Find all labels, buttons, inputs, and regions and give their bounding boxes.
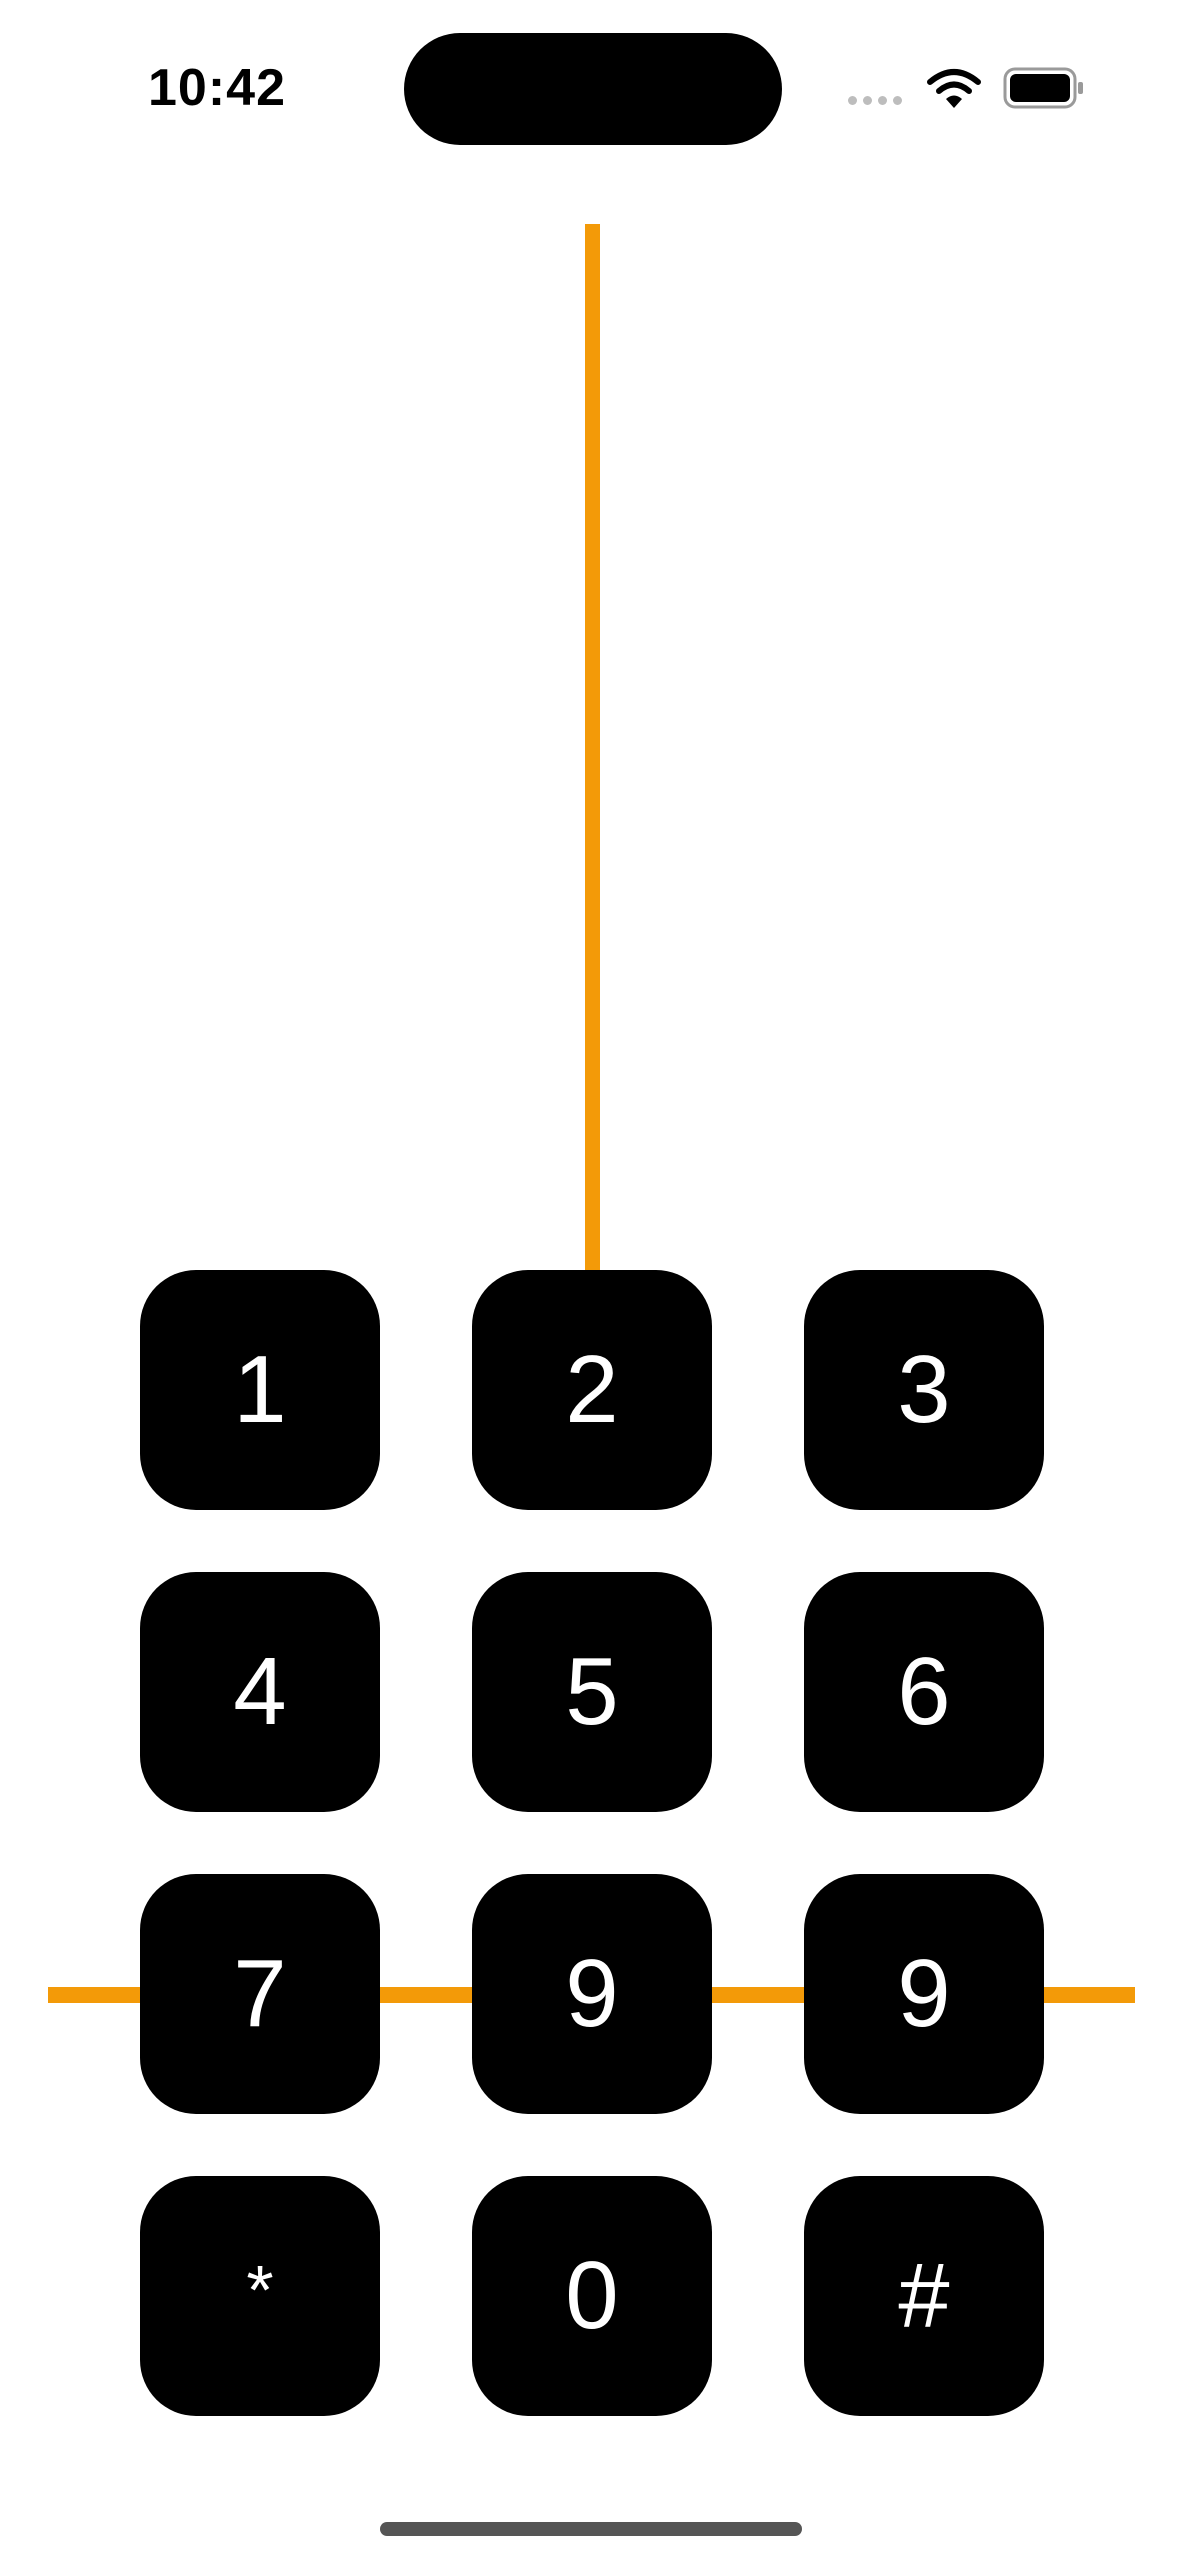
key-0[interactable]: 0 bbox=[472, 2176, 712, 2416]
key-9-middle[interactable]: 9 bbox=[472, 1874, 712, 2114]
dynamic-island bbox=[404, 33, 782, 145]
key-hash[interactable]: # bbox=[804, 2176, 1044, 2416]
vertical-orange-line bbox=[585, 224, 600, 1274]
key-6[interactable]: 6 bbox=[804, 1572, 1044, 1812]
key-2[interactable]: 2 bbox=[472, 1270, 712, 1510]
keypad: 1 2 3 4 5 6 7 9 9 * 0 # bbox=[140, 1270, 1044, 2416]
home-indicator[interactable] bbox=[380, 2522, 802, 2536]
key-7[interactable]: 7 bbox=[140, 1874, 380, 2114]
key-star[interactable]: * bbox=[140, 2176, 380, 2416]
status-time: 10:42 bbox=[148, 59, 286, 117]
wifi-icon bbox=[927, 69, 981, 108]
key-3[interactable]: 3 bbox=[804, 1270, 1044, 1510]
battery-icon bbox=[1003, 67, 1083, 109]
key-5[interactable]: 5 bbox=[472, 1572, 712, 1812]
key-9-right[interactable]: 9 bbox=[804, 1874, 1044, 2114]
key-4[interactable]: 4 bbox=[140, 1572, 380, 1812]
key-1[interactable]: 1 bbox=[140, 1270, 380, 1510]
cellular-signal-icon bbox=[848, 96, 902, 105]
